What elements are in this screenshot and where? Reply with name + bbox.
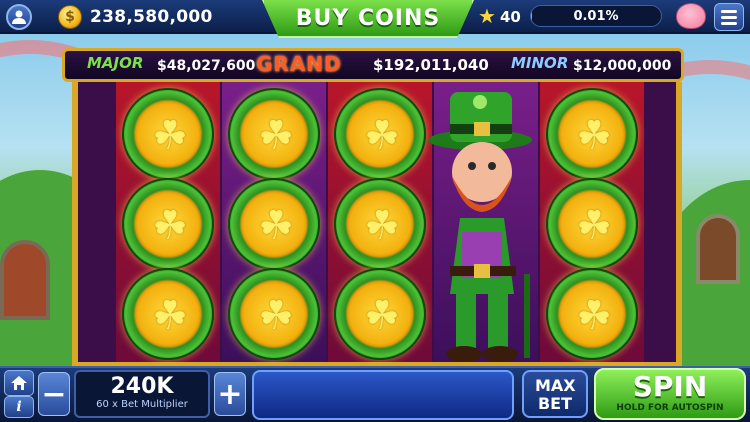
piggy-bank-icon[interactable] — [676, 3, 706, 29]
coin-balance: 238,580,000 — [90, 7, 213, 27]
max-bet-label: MAX BET — [535, 376, 576, 413]
clover-coin-symbol: ☘ — [122, 178, 214, 270]
clover-coin-symbol: ☘ — [546, 88, 638, 180]
coin-icon: $ — [58, 5, 82, 29]
reel-1: ☘ ☘ ☘ — [116, 82, 220, 362]
clover-icon: ☘ — [576, 113, 612, 159]
level-progress-text: 0.01% — [573, 9, 619, 24]
star-icon: ★ — [478, 4, 496, 28]
reel-2: ☘ ☘ ☘ — [222, 82, 326, 362]
jackpot-major-name: MAJOR — [87, 54, 144, 72]
jackpot-minor-value: $12,000,000 — [573, 58, 672, 74]
bet-display: 240K 60 x Bet Multiplier — [74, 370, 210, 418]
game-scene: $ 238,580,000 BUY COINS ★ 40 0.01% MAJOR… — [0, 0, 750, 422]
reel-3: ☘ ☘ ☘ — [328, 82, 432, 362]
clover-coin-symbol: ☘ — [122, 268, 214, 360]
clover-icon: ☘ — [258, 113, 294, 159]
user-icon — [12, 10, 26, 24]
jackpot-minor-name: MINOR — [511, 54, 569, 72]
menu-icon — [721, 9, 737, 13]
clover-coin-symbol: ☘ — [546, 268, 638, 360]
clover-coin-symbol: ☘ — [228, 88, 320, 180]
bet-value: 240K — [110, 374, 174, 399]
buy-coins-button[interactable]: BUY COINS — [262, 0, 474, 38]
clover-icon: ☘ — [258, 293, 294, 339]
bet-decrease-button[interactable]: − — [38, 372, 70, 416]
spin-label: SPIN — [632, 370, 708, 403]
info-button[interactable]: i — [4, 396, 34, 418]
clover-icon: ☘ — [364, 203, 400, 249]
clover-icon: ☘ — [152, 113, 188, 159]
clover-coin-symbol: ☘ — [334, 268, 426, 360]
home-icon — [11, 376, 27, 390]
profile-avatar-button[interactable] — [6, 4, 32, 30]
bet-increase-button[interactable]: + — [214, 372, 246, 416]
spin-button[interactable]: SPIN HOLD FOR AUTOSPIN — [594, 368, 746, 420]
home-button[interactable] — [4, 370, 34, 396]
jackpot-grand-name: GRAND — [256, 52, 342, 76]
player-level: 40 — [500, 8, 521, 26]
win-display-panel — [252, 370, 514, 420]
clover-coin-symbol: ☘ — [334, 178, 426, 270]
clover-icon: ☘ — [152, 293, 188, 339]
clover-coin-symbol: ☘ — [334, 88, 426, 180]
bet-multiplier: 60 x Bet Multiplier — [96, 399, 188, 410]
leprechaun-wild-symbol — [428, 92, 532, 362]
clover-coin-symbol: ☘ — [546, 178, 638, 270]
menu-button[interactable] — [714, 3, 744, 31]
max-bet-button[interactable]: MAX BET — [522, 370, 588, 418]
clover-coin-symbol: ☘ — [228, 178, 320, 270]
clover-icon: ☘ — [364, 293, 400, 339]
clover-icon: ☘ — [258, 203, 294, 249]
clover-coin-symbol: ☘ — [122, 88, 214, 180]
level-progress-bar: 0.01% — [530, 5, 662, 27]
spin-hint: HOLD FOR AUTOSPIN — [616, 403, 724, 413]
clover-coin-symbol: ☘ — [228, 268, 320, 360]
jackpot-major-value: $48,027,600 — [157, 58, 256, 74]
jackpot-grand-value: $192,011,040 — [373, 56, 489, 74]
reel-5: ☘ ☘ ☘ — [540, 82, 644, 362]
info-icon: i — [16, 399, 22, 415]
hobbit-door-left — [0, 240, 50, 320]
jackpot-bar: MAJOR $48,027,600 $192,011,040 MINOR $12… — [62, 48, 684, 82]
clover-icon: ☘ — [364, 113, 400, 159]
reel-frame: ☘ ☘ ☘ ☘ ☘ ☘ ☘ ☘ ☘ ☘ ☘ ☘ — [72, 82, 682, 368]
clover-icon: ☘ — [152, 203, 188, 249]
hobbit-door-right — [696, 214, 740, 284]
clover-icon: ☘ — [576, 293, 612, 339]
clover-icon: ☘ — [576, 203, 612, 249]
